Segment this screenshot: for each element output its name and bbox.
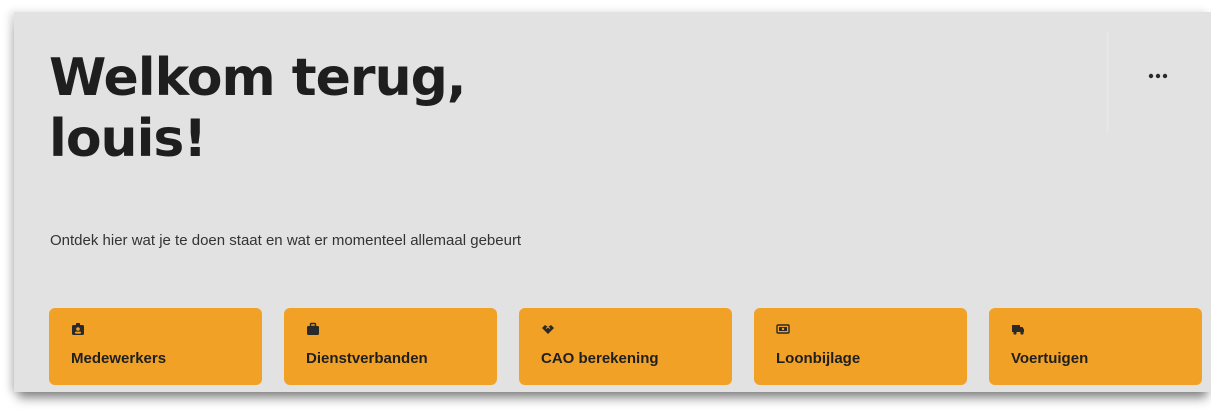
- tile-medewerkers[interactable]: Medewerkers: [49, 308, 262, 385]
- welcome-card: Welkom terug, louis! Ontdek hier wat je …: [14, 12, 1211, 392]
- tile-label: Voertuigen: [1011, 350, 1089, 367]
- page-subtitle: Ontdek hier wat je te doen staat en wat …: [50, 232, 522, 249]
- more-horizontal-icon: [1148, 73, 1168, 79]
- user-badge-icon: [72, 323, 84, 335]
- tile-label: Medewerkers: [71, 350, 167, 367]
- divider: [1106, 32, 1109, 132]
- quick-links: Medewerkers Dienstverbanden CAO berekeni…: [49, 308, 1211, 385]
- money-bill-icon: [776, 324, 790, 334]
- truck-icon: [1012, 325, 1024, 335]
- tile-label: Loonbijlage: [776, 350, 861, 367]
- page-title-line-1: Welkom terug,: [49, 48, 467, 108]
- handshake-icon: [542, 325, 554, 334]
- tile-cao-berekening[interactable]: CAO berekening: [519, 308, 732, 385]
- tile-loonbijlage[interactable]: Loonbijlage: [754, 308, 967, 385]
- page-title: Welkom terug, louis!: [49, 48, 749, 170]
- tile-label: Dienstverbanden: [306, 350, 428, 367]
- briefcase-icon: [307, 322, 319, 335]
- tile-voertuigen[interactable]: Voertuigen: [989, 308, 1202, 385]
- more-options-button[interactable]: [1142, 64, 1174, 88]
- page-title-line-2: louis!: [49, 109, 207, 169]
- tile-label: CAO berekening: [541, 350, 659, 367]
- tile-dienstverbanden[interactable]: Dienstverbanden: [284, 308, 497, 385]
